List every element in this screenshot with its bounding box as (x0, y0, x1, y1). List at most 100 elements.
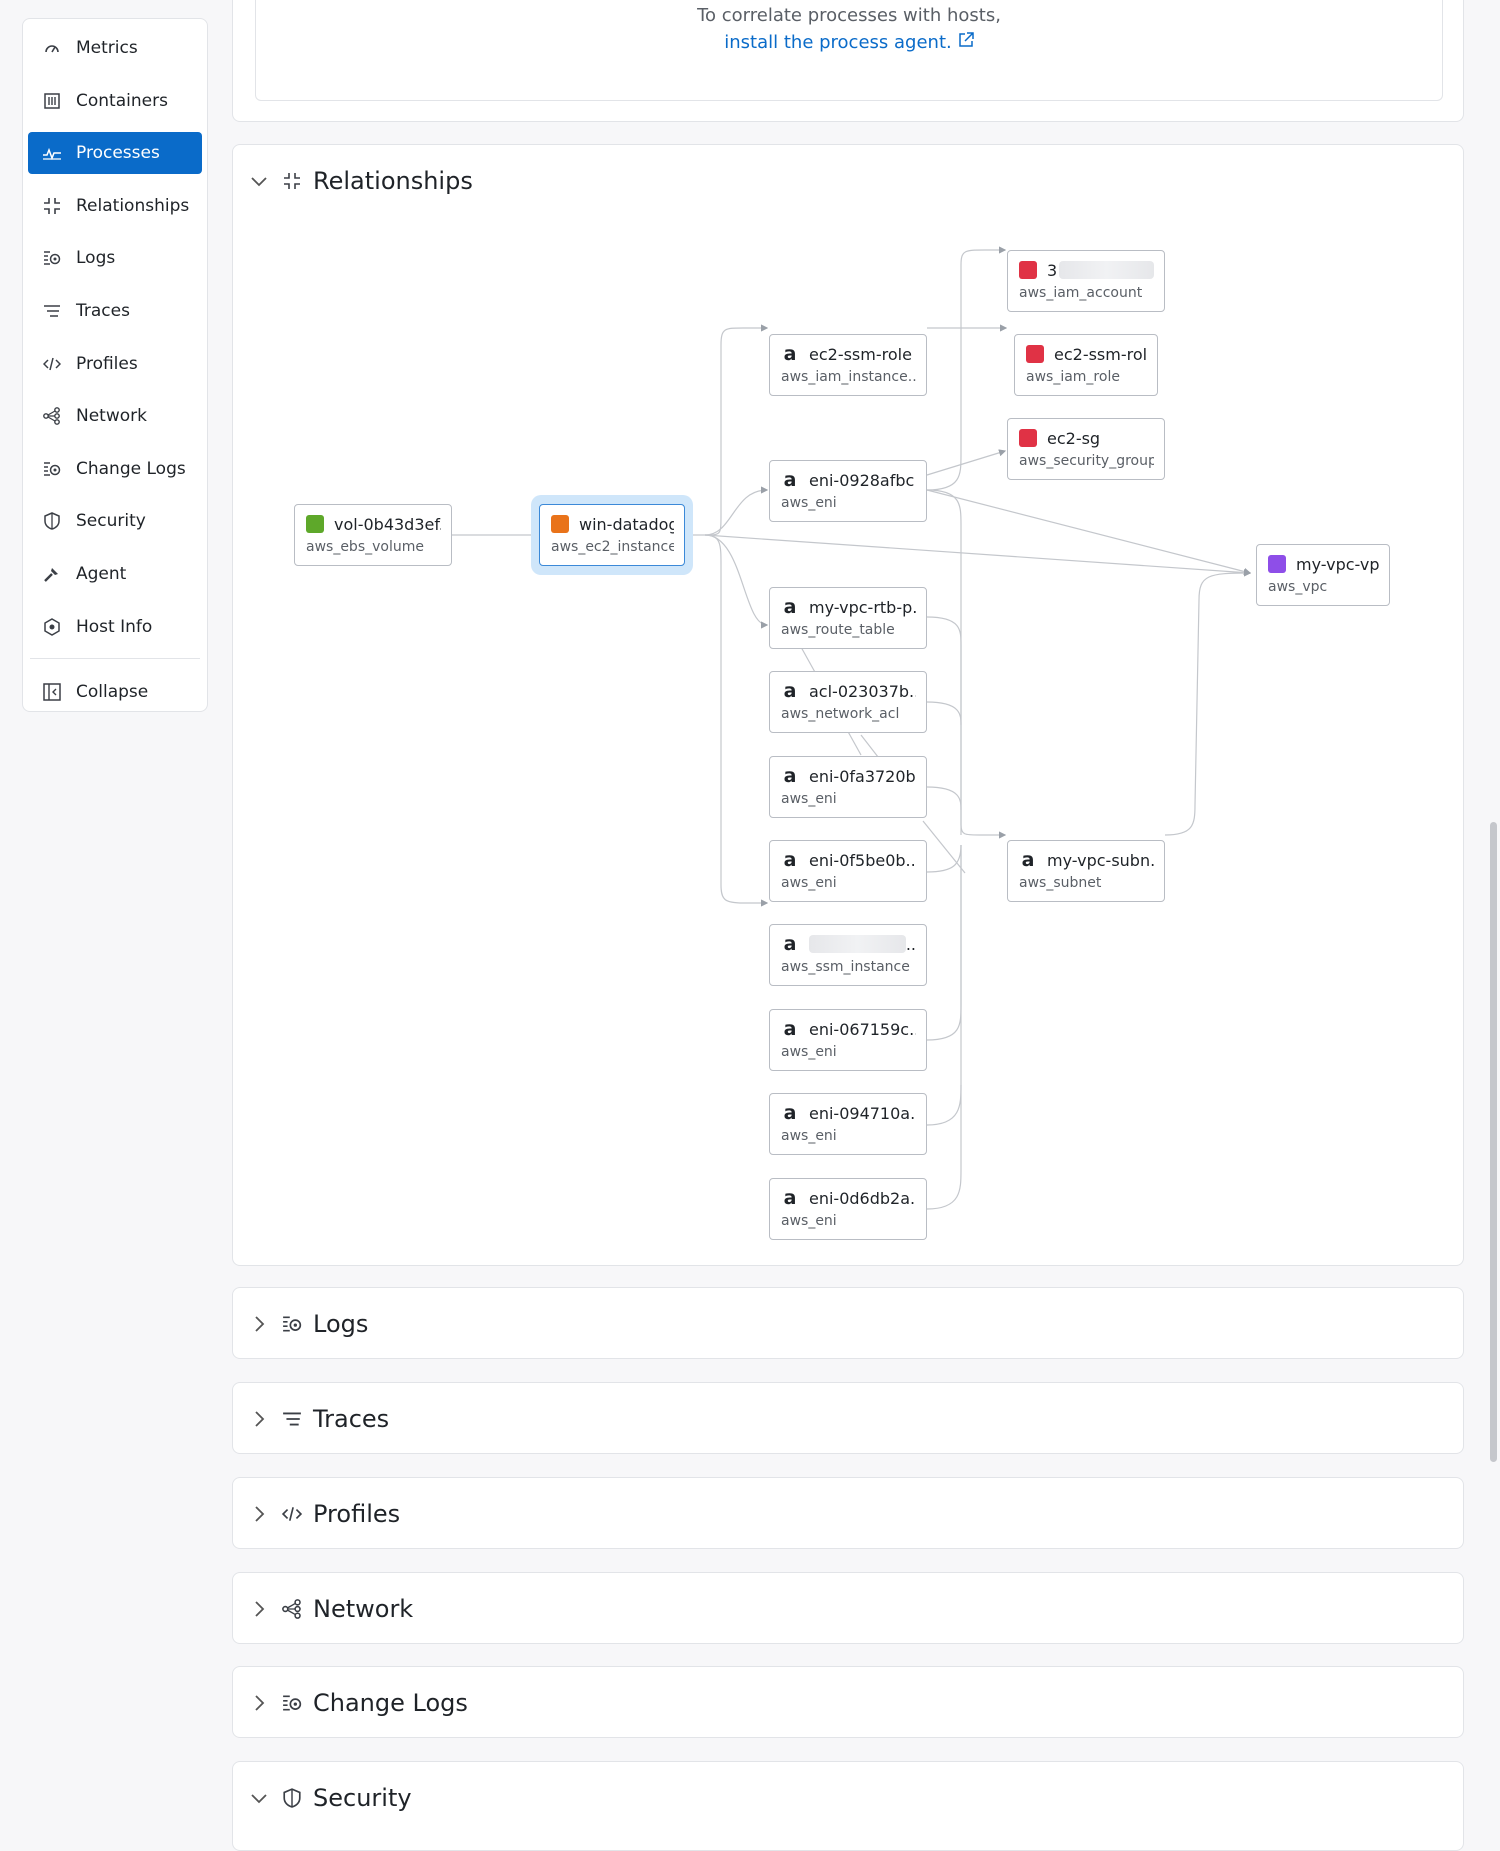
ebs-volume-icon (306, 515, 324, 533)
network-header[interactable]: Network (249, 1573, 413, 1645)
page-scrollbar[interactable] (1490, 822, 1497, 1462)
amazon-icon: a (783, 849, 797, 871)
ec2-instance-icon (551, 515, 569, 533)
node-subnet[interactable]: a my-vpc-subn... aws_subnet (1007, 840, 1165, 902)
amazon-icon: a (783, 1187, 797, 1209)
node-eni[interactable]: a eni-094710a... aws_eni (769, 1093, 927, 1155)
node-name: eni-0fa3720b... (809, 766, 916, 786)
node-eni[interactable]: a eni-0f5be0b... aws_eni (769, 840, 927, 902)
sidebar-item-processes[interactable]: Processes (28, 132, 202, 175)
logs-header[interactable]: Logs (249, 1288, 368, 1360)
profiles-header[interactable]: Profiles (249, 1478, 400, 1550)
section-title: Change Logs (313, 1689, 468, 1717)
node-eni[interactable]: a eni-0928afbc... aws_eni (769, 460, 927, 522)
edge-eni1-sg (926, 449, 1007, 476)
processes-section: To correlate processes with hosts, insta… (232, 0, 1464, 122)
section-title: Profiles (313, 1500, 401, 1528)
sidebar-item-traces[interactable]: Traces (28, 290, 202, 332)
sidebar-item-profiles[interactable]: Profiles (28, 343, 202, 385)
node-type: aws_eni (781, 1128, 837, 1144)
process-agent-message: To correlate processes with hosts, (697, 5, 1001, 26)
profiles-icon (42, 354, 62, 374)
node-iam-role[interactable]: ec2-ssm-role aws_iam_role (1014, 334, 1158, 396)
sidebar-item-label: Logs (76, 248, 116, 269)
section-title: Logs (313, 1310, 369, 1338)
sidebar-item-logs[interactable]: Logs (28, 237, 202, 279)
sidebar-item-relationships[interactable]: Relationships (28, 185, 202, 227)
edge-ec2-eni1 (704, 486, 769, 536)
sidebar-item-label: Agent (76, 563, 127, 584)
node-name: my-vpc-vpc (1296, 554, 1379, 574)
change-logs-header[interactable]: Change Logs (249, 1667, 468, 1739)
edge-eni4-subnet (926, 845, 962, 1041)
node-type: aws_ebs_volume (306, 539, 424, 555)
node-security-group[interactable]: ec2-sg aws_security_group (1007, 418, 1165, 480)
node-type: aws_eni (781, 1044, 837, 1060)
security-header[interactable]: Security (249, 1762, 412, 1834)
edge-acl-subnet (926, 701, 962, 726)
network-section: Network (232, 1572, 1464, 1644)
relationships-section: Relationships vol-0b43d3ef aws_ebs_volum… (232, 144, 1464, 1266)
sidebar-item-security[interactable]: Security (28, 500, 202, 542)
sidebar-item-label: Processes (76, 143, 160, 164)
amazon-icon: a (783, 596, 797, 618)
sidebar-collapse-button[interactable]: Collapse (28, 671, 202, 713)
section-title: Traces (313, 1405, 390, 1433)
node-iam-instance-profile[interactable]: a ec2-ssm-role aws_iam_instance... (769, 334, 927, 396)
sidebar-item-label: Host Info (76, 616, 153, 637)
network-icon (281, 1598, 303, 1620)
node-ebs-volume[interactable]: vol-0b43d3ef... aws_ebs_volume (294, 504, 452, 566)
metrics-icon (42, 38, 62, 58)
node-type: aws_security_group (1019, 453, 1154, 469)
chevron-right-icon (249, 1504, 269, 1524)
node-type: aws_route_table (781, 622, 895, 638)
node-eni[interactable]: a eni-0d6db2a... aws_eni (769, 1178, 927, 1240)
sidebar-item-label: Traces (76, 300, 130, 321)
node-ssm-instance[interactable]: a.. aws_ssm_instance (769, 924, 927, 986)
redacted-name (1059, 261, 1154, 279)
collapse-icon (42, 682, 62, 702)
sidebar-item-host-info[interactable]: Host Info (28, 606, 202, 648)
sidebar-item-agent[interactable]: Agent (28, 553, 202, 595)
traces-icon (42, 301, 62, 321)
install-process-agent-link[interactable]: install the process agent. (724, 32, 974, 53)
edge-ec2-iam-instance (704, 324, 769, 536)
collapse-label: Collapse (76, 682, 149, 703)
sidebar-item-containers[interactable]: Containers (28, 80, 202, 122)
change-logs-icon (42, 459, 62, 479)
node-eni[interactable]: a eni-0fa3720b... aws_eni (769, 756, 927, 818)
node-route-table[interactable]: a my-vpc-rtb-p... aws_route_table (769, 587, 927, 649)
amazon-icon: a (783, 765, 797, 787)
logs-section: Logs (232, 1287, 1464, 1359)
amazon-icon: a (783, 343, 797, 365)
node-eni[interactable]: a eni-067159c... aws_eni (769, 1009, 927, 1071)
sidebar-item-metrics[interactable]: Metrics (28, 27, 202, 69)
node-name: acl-023037b... (809, 681, 916, 701)
logs-icon (281, 1313, 303, 1335)
edge-subnet-vpc (1164, 569, 1252, 836)
node-network-acl[interactable]: a acl-023037b... aws_network_acl (769, 671, 927, 733)
chevron-right-icon (249, 1409, 269, 1429)
traces-header[interactable]: Traces (249, 1383, 389, 1455)
node-type: aws_eni (781, 1213, 837, 1229)
chevron-down-icon (249, 1788, 269, 1808)
node-ec2-instance[interactable]: win-datadog aws_ec2_instance (539, 504, 685, 566)
node-type: aws_iam_instance... (781, 369, 916, 385)
node-vpc[interactable]: my-vpc-vpc aws_vpc (1256, 544, 1390, 606)
node-name: ec2-ssm-role (1054, 344, 1147, 364)
sidebar-item-network[interactable]: Network (28, 395, 202, 437)
amazon-icon: a (783, 933, 797, 955)
containers-icon (42, 91, 62, 111)
sidebar-item-label: Metrics (76, 38, 138, 58)
node-name: eni-0928afbc... (809, 470, 916, 490)
edge-eni5-subnet (926, 1084, 962, 1126)
traces-section: Traces (232, 1382, 1464, 1454)
sidebar-item-change-logs[interactable]: Change Logs (28, 448, 202, 490)
edge-eni2-eni3 (922, 820, 966, 874)
iam-role-icon (1026, 345, 1044, 363)
edge-ec2-ssm (704, 534, 769, 907)
node-iam-account[interactable]: 3 aws_iam_account (1007, 250, 1165, 312)
sidebar: Metrics Containers Processes Relationshi… (22, 18, 208, 712)
section-title: Security (313, 1784, 412, 1812)
install-link-label: install the process agent. (724, 32, 952, 53)
